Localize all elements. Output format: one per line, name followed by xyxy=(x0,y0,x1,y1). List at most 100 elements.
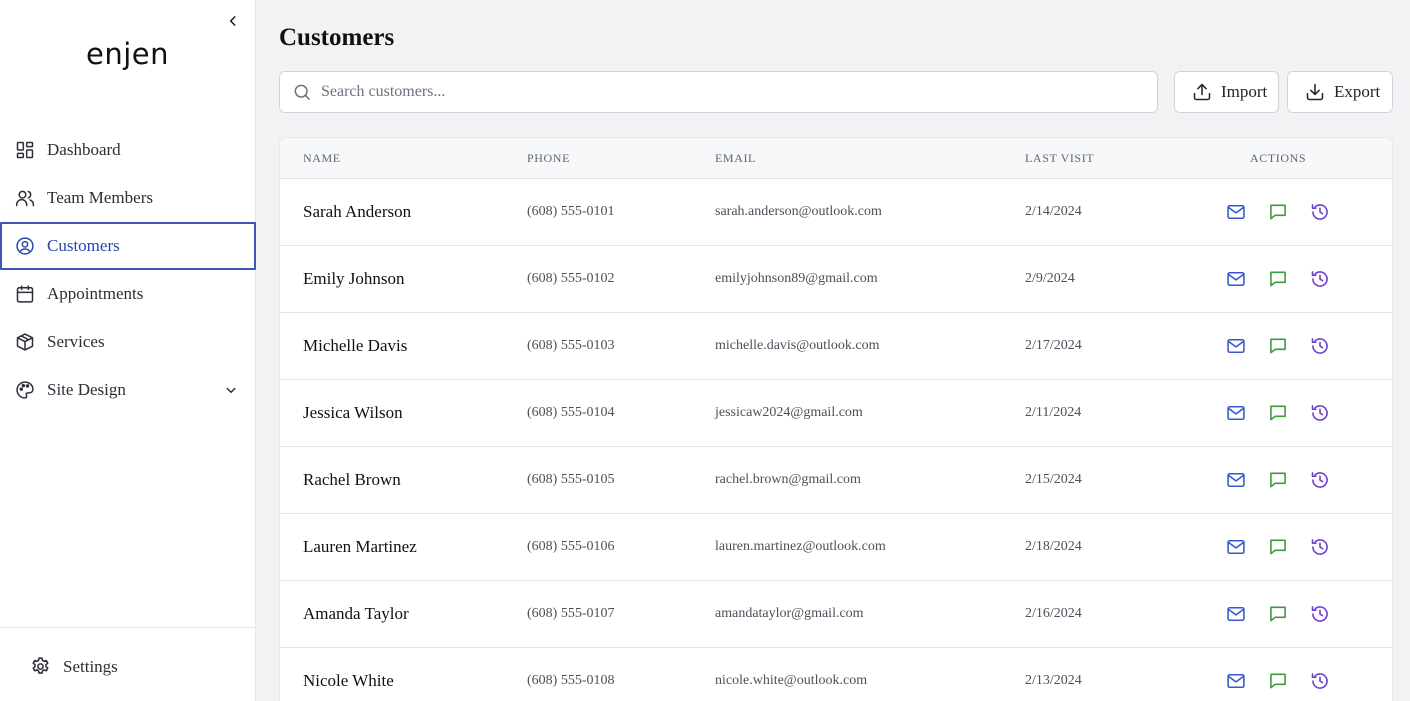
customer-email: amandataylor@gmail.com xyxy=(715,606,864,621)
mail-icon xyxy=(1227,539,1245,555)
column-header-name[interactable]: NAME xyxy=(303,151,341,166)
message-icon xyxy=(1270,405,1286,421)
send-email-button[interactable] xyxy=(1226,403,1246,423)
table-row[interactable]: Emily Johnson (608) 555-0102 emilyjohnso… xyxy=(280,246,1392,313)
box-icon xyxy=(16,333,34,351)
send-email-button[interactable] xyxy=(1226,604,1246,624)
row-actions xyxy=(1226,671,1352,691)
table-row[interactable]: Michelle Davis (608) 555-0103 michelle.d… xyxy=(280,313,1392,380)
mail-icon xyxy=(1227,204,1245,220)
send-email-button[interactable] xyxy=(1226,537,1246,557)
mail-icon xyxy=(1227,606,1245,622)
view-history-button[interactable] xyxy=(1310,671,1330,691)
view-history-button[interactable] xyxy=(1310,537,1330,557)
sidebar-item-label: Site Design xyxy=(47,380,126,399)
history-icon xyxy=(1311,673,1328,689)
history-icon xyxy=(1311,338,1328,354)
table-row[interactable]: Sarah Anderson (608) 555-0101 sarah.ande… xyxy=(280,179,1392,246)
send-email-button[interactable] xyxy=(1226,470,1246,490)
sidebar-item-customers[interactable]: Customers xyxy=(0,222,256,270)
send-email-button[interactable] xyxy=(1226,671,1246,691)
customer-name[interactable]: Nicole White xyxy=(303,671,394,691)
send-message-button[interactable] xyxy=(1268,269,1288,289)
send-email-button[interactable] xyxy=(1226,269,1246,289)
sidebar-item-services[interactable]: Services xyxy=(0,318,256,366)
row-actions xyxy=(1226,537,1352,557)
row-actions xyxy=(1226,202,1352,222)
customers-table: NAME PHONE EMAIL LAST VISIT ACTIONS Sara… xyxy=(279,137,1393,701)
send-email-button[interactable] xyxy=(1226,202,1246,222)
users-icon xyxy=(15,190,35,207)
table-row[interactable]: Amanda Taylor (608) 555-0107 amandataylo… xyxy=(280,581,1392,648)
send-message-button[interactable] xyxy=(1268,470,1288,490)
send-message-button[interactable] xyxy=(1268,537,1288,557)
chevron-down-icon[interactable] xyxy=(222,381,240,399)
row-actions xyxy=(1226,269,1352,289)
dashboard-icon xyxy=(16,141,34,159)
row-actions xyxy=(1226,604,1352,624)
send-email-button[interactable] xyxy=(1226,336,1246,356)
table-row[interactable]: Lauren Martinez (608) 555-0106 lauren.ma… xyxy=(280,514,1392,581)
view-history-button[interactable] xyxy=(1310,470,1330,490)
search-input[interactable] xyxy=(321,83,1121,101)
logo[interactable]: enjen xyxy=(86,34,170,74)
table-row[interactable]: Rachel Brown (608) 555-0105 rachel.brown… xyxy=(280,447,1392,514)
mail-icon xyxy=(1227,472,1245,488)
mail-icon xyxy=(1227,271,1245,287)
history-icon xyxy=(1311,405,1328,421)
send-message-button[interactable] xyxy=(1268,671,1288,691)
customer-name[interactable]: Rachel Brown xyxy=(303,470,401,490)
message-icon xyxy=(1270,606,1286,622)
send-message-button[interactable] xyxy=(1268,336,1288,356)
customer-name[interactable]: Jessica Wilson xyxy=(303,403,403,423)
view-history-button[interactable] xyxy=(1310,202,1330,222)
import-label: Import xyxy=(1221,82,1268,101)
customer-last-visit: 2/17/2024 xyxy=(1025,338,1082,353)
column-header-email[interactable]: EMAIL xyxy=(715,151,756,166)
customer-last-visit: 2/9/2024 xyxy=(1025,271,1075,286)
view-history-button[interactable] xyxy=(1310,269,1330,289)
sidebar-item-appointments[interactable]: Appointments xyxy=(0,270,256,318)
table-row[interactable]: Jessica Wilson (608) 555-0104 jessicaw20… xyxy=(280,380,1392,447)
view-history-button[interactable] xyxy=(1310,336,1330,356)
history-icon xyxy=(1311,539,1328,555)
page-title: Customers xyxy=(279,24,395,51)
export-button[interactable]: Export xyxy=(1287,71,1393,113)
customer-name[interactable]: Sarah Anderson xyxy=(303,202,411,222)
column-header-phone[interactable]: PHONE xyxy=(527,151,570,166)
customer-phone: (608) 555-0108 xyxy=(527,673,615,688)
history-icon xyxy=(1311,472,1328,488)
sidebar-item-site-design[interactable]: Site Design xyxy=(0,366,256,414)
upload-icon xyxy=(1193,83,1211,101)
settings-link[interactable]: Settings xyxy=(30,656,118,677)
collapse-sidebar-button[interactable] xyxy=(224,12,242,30)
export-label: Export xyxy=(1334,82,1381,101)
sidebar-item-team-members[interactable]: Team Members xyxy=(0,174,256,222)
mail-icon xyxy=(1227,405,1245,421)
customer-last-visit: 2/14/2024 xyxy=(1025,204,1082,219)
logo-text: enjen xyxy=(86,37,170,71)
table-row[interactable]: Nicole White (608) 555-0108 nicole.white… xyxy=(280,648,1392,701)
user-circle-icon xyxy=(16,237,34,255)
message-icon xyxy=(1270,204,1286,220)
customer-name[interactable]: Lauren Martinez xyxy=(303,537,417,557)
sidebar-item-label: Customers xyxy=(47,236,120,255)
search-box[interactable] xyxy=(279,71,1158,113)
settings-label: Settings xyxy=(63,656,118,676)
send-message-button[interactable] xyxy=(1268,202,1288,222)
view-history-button[interactable] xyxy=(1310,604,1330,624)
view-history-button[interactable] xyxy=(1310,403,1330,423)
customer-last-visit: 2/18/2024 xyxy=(1025,539,1082,554)
send-message-button[interactable] xyxy=(1268,604,1288,624)
customer-last-visit: 2/15/2024 xyxy=(1025,472,1082,487)
sidebar-item-dashboard[interactable]: Dashboard xyxy=(0,126,256,174)
customer-name[interactable]: Emily Johnson xyxy=(303,269,405,289)
import-button[interactable]: Import xyxy=(1174,71,1279,113)
customer-name[interactable]: Michelle Davis xyxy=(303,336,407,356)
column-header-last-visit[interactable]: LAST VISIT xyxy=(1025,151,1094,166)
customer-name[interactable]: Amanda Taylor xyxy=(303,604,409,624)
send-message-button[interactable] xyxy=(1268,403,1288,423)
sidebar-item-label: Dashboard xyxy=(47,140,121,159)
sidebar-item-label: Team Members xyxy=(47,188,153,207)
customer-phone: (608) 555-0105 xyxy=(527,472,615,487)
